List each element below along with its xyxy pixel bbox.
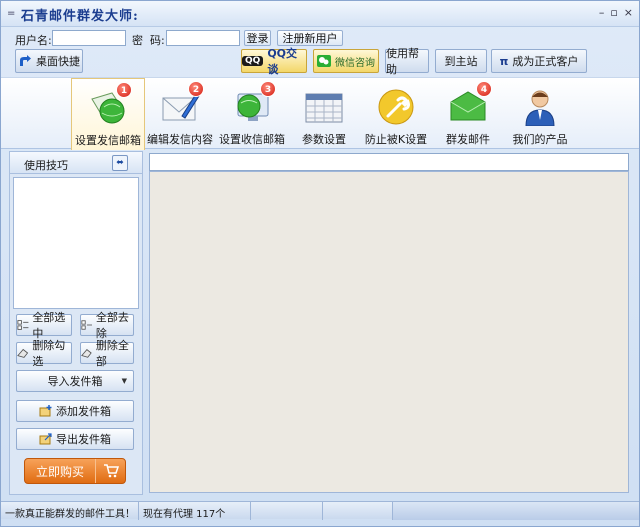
collapse-icon[interactable]: ⬌ bbox=[112, 155, 128, 171]
status-cell-empty bbox=[251, 502, 323, 520]
delete-checked-label: 删除勾选 bbox=[32, 339, 66, 368]
tab-sender-mailbox[interactable]: 1 设置发信邮箱 bbox=[71, 78, 145, 150]
add-outbox-label: 添加发件箱 bbox=[56, 405, 111, 418]
globe-monitor-icon: 3 bbox=[232, 81, 276, 126]
content-area[interactable] bbox=[149, 171, 629, 493]
password-input[interactable] bbox=[166, 30, 240, 46]
help-button[interactable]: 使用帮助 bbox=[385, 47, 429, 76]
address-field[interactable] bbox=[149, 153, 629, 171]
qq-chip: QQ bbox=[242, 56, 264, 66]
tab-label: 参数设置 bbox=[302, 133, 346, 146]
step-badge: 1 bbox=[116, 82, 132, 98]
ribbon-bar: 1 设置发信邮箱 2 编辑发信内容 3 设置收信邮箱 参数设置 防止被K设置 4… bbox=[1, 77, 639, 150]
left-panel: 使用技巧 ⬌ 全部选中 全部去除 删除勾选 删除全部 导入发件箱 ▼ 添加发件箱 bbox=[9, 151, 143, 495]
title-bar: = 石青邮件群发大师: – ▫ × bbox=[1, 1, 639, 27]
login-button[interactable]: 登录 bbox=[244, 30, 271, 46]
tab-label: 设置收信邮箱 bbox=[219, 133, 285, 146]
tab-parameters[interactable]: 参数设置 bbox=[287, 78, 361, 148]
become-customer-label: 成为正式客户 bbox=[512, 55, 579, 68]
calendar-grid-icon bbox=[304, 88, 344, 126]
status-cell-empty bbox=[323, 502, 393, 520]
tab-label: 我们的产品 bbox=[512, 133, 568, 146]
tab-our-products[interactable]: 我们的产品 bbox=[503, 78, 577, 148]
step-badge: 4 bbox=[476, 81, 492, 97]
toolbar: 桌面快捷 QQ QQ交谈 微信咨询 使用帮助 到主站 π 成为正式客户 bbox=[1, 47, 639, 76]
delete-checked-button[interactable]: 删除勾选 bbox=[16, 339, 72, 368]
delete-all-label: 删除全部 bbox=[95, 339, 129, 368]
wrench-icon bbox=[376, 88, 416, 126]
user-person-icon bbox=[520, 88, 560, 127]
add-outbox-button[interactable]: 添加发件箱 bbox=[16, 400, 134, 422]
tab-label: 设置发信邮箱 bbox=[75, 134, 141, 147]
checklist-icon bbox=[17, 320, 29, 330]
pi-icon: π bbox=[499, 54, 509, 68]
uncheck-icon bbox=[81, 320, 92, 330]
register-button[interactable]: 注册新用户 bbox=[277, 30, 343, 46]
cart-icon bbox=[95, 459, 125, 483]
export-box-icon bbox=[39, 433, 52, 445]
tab-recipient-mailbox[interactable]: 3 设置收信邮箱 bbox=[215, 78, 289, 148]
green-globe-envelope-icon: 1 bbox=[88, 82, 132, 127]
login-bar: 用户名: 密 码: 登录 注册新用户 bbox=[1, 29, 639, 49]
dropdown-arrow-icon: ▼ bbox=[121, 377, 127, 385]
tab-label: 群发邮件 bbox=[446, 133, 490, 146]
import-outbox-label: 导入发件箱 bbox=[47, 375, 103, 388]
outbox-list[interactable] bbox=[13, 177, 139, 309]
tab-bulk-send[interactable]: 4 群发邮件 bbox=[431, 78, 505, 148]
wechat-label: 微信咨询 bbox=[335, 57, 375, 69]
username-input[interactable] bbox=[52, 30, 126, 46]
home-site-button[interactable]: 到主站 bbox=[435, 49, 487, 73]
wechat-button[interactable]: 微信咨询 bbox=[313, 49, 379, 73]
add-box-icon bbox=[39, 405, 52, 417]
main-window: = 石青邮件群发大师: – ▫ × 用户名: 密 码: 登录 注册新用户 桌面快… bbox=[0, 0, 640, 527]
app-title: 石青邮件群发大师: bbox=[21, 9, 139, 24]
minimize-button[interactable]: – bbox=[599, 6, 605, 19]
qq-chat-label: QQ交谈 bbox=[267, 47, 298, 76]
status-slogan: 一款真正能群发的邮件工具！ bbox=[1, 502, 139, 520]
export-outbox-button[interactable]: 导出发件箱 bbox=[16, 428, 134, 450]
eraser-icon bbox=[81, 349, 92, 358]
status-proxy-count: 现在有代理 117个 bbox=[139, 502, 251, 520]
tips-header: 使用技巧 ⬌ bbox=[10, 152, 142, 174]
wechat-icon bbox=[317, 55, 331, 67]
username-label: 用户名: bbox=[15, 34, 52, 47]
tab-label: 防止被K设置 bbox=[364, 133, 428, 146]
step-badge: 3 bbox=[260, 81, 276, 97]
status-progress bbox=[393, 502, 639, 520]
buy-now-label: 立即购买 bbox=[35, 464, 84, 479]
delete-all-button[interactable]: 删除全部 bbox=[80, 339, 134, 368]
deselect-all-button[interactable]: 全部去除 bbox=[80, 311, 134, 340]
envelope-pen-icon: 2 bbox=[160, 81, 204, 126]
green-envelope-icon: 4 bbox=[448, 81, 492, 126]
right-panel bbox=[149, 151, 631, 495]
desktop-shortcut-button[interactable]: 桌面快捷 bbox=[15, 49, 83, 73]
window-controls: – ▫ × bbox=[599, 6, 633, 19]
export-outbox-label: 导出发件箱 bbox=[56, 433, 111, 446]
step-badge: 2 bbox=[188, 81, 204, 97]
restore-button[interactable]: ▫ bbox=[610, 6, 617, 19]
become-customer-button[interactable]: π 成为正式客户 bbox=[491, 49, 587, 73]
tab-label: 编辑发信内容 bbox=[147, 133, 213, 146]
password-label: 密 码: bbox=[132, 34, 165, 47]
buy-now-button[interactable]: 立即购买 bbox=[24, 458, 126, 484]
system-menu-icon[interactable]: = bbox=[7, 8, 15, 19]
shortcut-arrow-icon bbox=[20, 55, 31, 66]
eraser-icon bbox=[17, 348, 29, 358]
tab-anti-block[interactable]: 防止被K设置 bbox=[359, 78, 433, 148]
import-outbox-dropdown[interactable]: 导入发件箱 ▼ bbox=[16, 370, 134, 392]
tips-title: 使用技巧 bbox=[24, 159, 68, 172]
tab-edit-content[interactable]: 2 编辑发信内容 bbox=[143, 78, 217, 148]
select-all-button[interactable]: 全部选中 bbox=[16, 311, 72, 340]
qq-chat-button[interactable]: QQ QQ交谈 bbox=[241, 47, 307, 76]
close-button[interactable]: × bbox=[624, 6, 633, 19]
status-bar: 一款真正能群发的邮件工具！ 现在有代理 117个 bbox=[1, 501, 639, 520]
desktop-shortcut-label: 桌面快捷 bbox=[36, 55, 80, 68]
